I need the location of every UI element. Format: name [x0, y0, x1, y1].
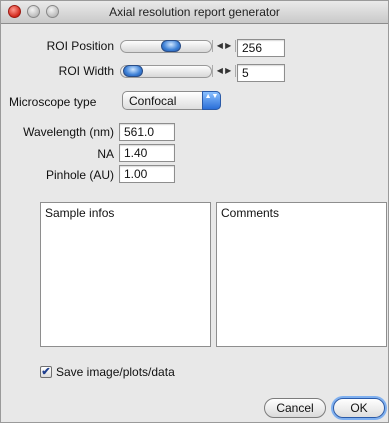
window-title: Axial resolution report generator [109, 5, 280, 19]
wavelength-label: Wavelength (nm) [23, 125, 114, 139]
comments-textarea[interactable]: Comments [216, 202, 387, 347]
popup-arrows-icon: ▲▼ [202, 91, 221, 110]
roi-width-step-arrows-icon[interactable]: ◀ ▶ [212, 65, 236, 77]
pinhole-input[interactable]: 1.00 [119, 165, 175, 183]
roi-position-slider-thumb[interactable] [161, 40, 181, 52]
roi-position-slider[interactable] [120, 40, 212, 53]
roi-width-slider[interactable] [120, 65, 212, 78]
ok-button[interactable]: OK [333, 398, 385, 418]
roi-position-input[interactable]: 256 [237, 39, 285, 57]
microscope-type-select[interactable]: Confocal ▲▼ [122, 91, 221, 110]
save-checkbox-label[interactable]: Save image/plots/data [56, 365, 175, 379]
cancel-button[interactable]: Cancel [264, 398, 326, 418]
roi-position-label: ROI Position [46, 39, 114, 53]
title-bar: Axial resolution report generator [1, 1, 388, 24]
wavelength-input[interactable]: 561.0 [119, 123, 175, 141]
microscope-type-selected-value: Confocal [129, 94, 177, 108]
save-checkbox[interactable]: ✔ [40, 366, 52, 378]
roi-width-input[interactable]: 5 [237, 64, 285, 82]
roi-width-slider-thumb[interactable] [123, 65, 143, 77]
microscope-type-label: Microscope type [9, 95, 97, 109]
na-label: NA [97, 147, 114, 161]
pinhole-label: Pinhole (AU) [45, 168, 114, 182]
roi-width-label: ROI Width [58, 64, 114, 78]
dialog-window: Axial resolution report generator ROI Po… [0, 0, 389, 423]
roi-position-step-arrows-icon[interactable]: ◀ ▶ [212, 40, 236, 52]
na-input[interactable]: 1.40 [119, 144, 175, 162]
sample-infos-textarea[interactable]: Sample infos [40, 202, 211, 347]
